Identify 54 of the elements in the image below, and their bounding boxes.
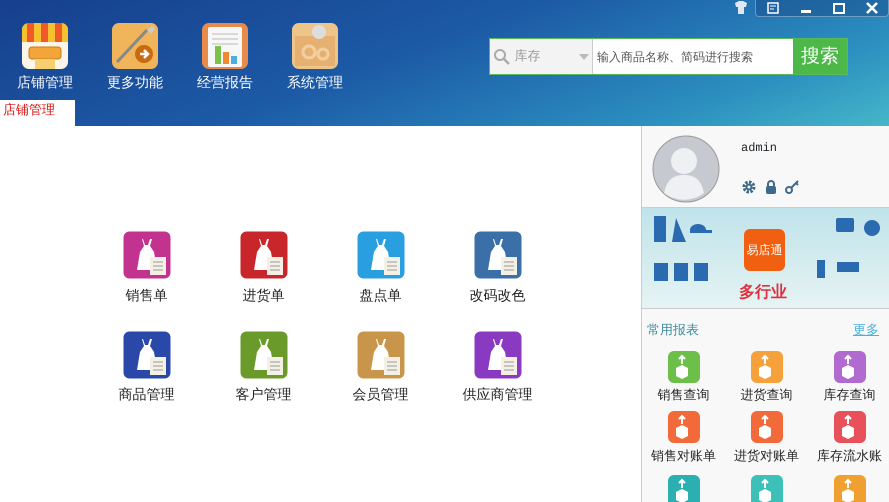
key-icon[interactable] xyxy=(784,179,800,195)
toolbar-button[interactable]: 系统管理 xyxy=(270,22,360,94)
dress-document-icon xyxy=(122,231,170,279)
tile-button[interactable]: 客户管理 xyxy=(205,330,322,406)
dress-document-icon xyxy=(356,231,404,279)
tile-button[interactable]: 盘点单 xyxy=(322,231,439,306)
dress-document-icon xyxy=(240,330,288,378)
tab[interactable]: 店铺管理 xyxy=(0,100,75,126)
folder-tools-icon xyxy=(111,22,159,70)
box-icon[interactable] xyxy=(834,350,866,382)
section-title: 常用报表 xyxy=(647,322,699,340)
folder-gears-icon xyxy=(291,22,339,70)
username: admin xyxy=(741,140,778,157)
dress-document-icon xyxy=(122,330,170,378)
bar-chart-document-icon xyxy=(201,22,249,70)
box-icon[interactable] xyxy=(834,411,866,444)
banner-slogan: 多行业 xyxy=(739,281,787,303)
tile-button[interactable]: 改码改色 xyxy=(439,231,556,306)
avatar-silhouette-icon xyxy=(652,135,720,203)
tile-button[interactable]: 销售单 xyxy=(88,231,205,306)
caret-icon xyxy=(578,54,589,60)
minimize-icon xyxy=(800,10,810,12)
report-button[interactable]: 进货对账单 xyxy=(725,411,808,466)
maximize-icon xyxy=(832,1,846,15)
box-icon[interactable] xyxy=(668,475,700,502)
tile-button[interactable]: 商品管理 xyxy=(88,330,205,406)
tile-button[interactable]: 进货单 xyxy=(205,231,322,306)
dress-document-icon xyxy=(240,231,288,279)
store-awning-icon xyxy=(21,22,69,70)
box-icon[interactable] xyxy=(668,350,700,382)
brand-logo: 易店通 xyxy=(744,229,785,271)
report-button[interactable]: 进货查询 xyxy=(725,350,808,406)
report-button[interactable]: 销售查询 xyxy=(642,350,725,406)
tile-button[interactable]: 会员管理 xyxy=(322,330,439,406)
close-icon xyxy=(864,1,878,15)
toolbar-button[interactable]: 更多功能 xyxy=(90,22,180,94)
settings-icon[interactable] xyxy=(741,179,757,195)
report-button[interactable]: 销售对账单 xyxy=(642,411,725,466)
notes-icon xyxy=(766,1,780,15)
box-icon[interactable] xyxy=(750,350,782,382)
box-icon[interactable] xyxy=(834,475,866,502)
tile-button[interactable]: 供应商管理 xyxy=(439,330,556,406)
dress-document-icon xyxy=(474,231,522,279)
box-icon[interactable] xyxy=(750,475,782,502)
search-icon xyxy=(493,48,512,66)
box-icon[interactable] xyxy=(750,411,782,444)
toolbar-button[interactable]: 经营报告 xyxy=(180,22,270,94)
box-icon[interactable] xyxy=(668,411,700,444)
report-button[interactable]: 库存流水账 xyxy=(808,411,889,466)
toolbar-button[interactable]: 店铺管理 xyxy=(0,22,90,94)
lock-icon[interactable] xyxy=(764,179,778,195)
dress-document-icon xyxy=(474,330,522,378)
dress-document-icon xyxy=(356,330,404,378)
report-button[interactable]: 库存查询 xyxy=(808,350,889,406)
